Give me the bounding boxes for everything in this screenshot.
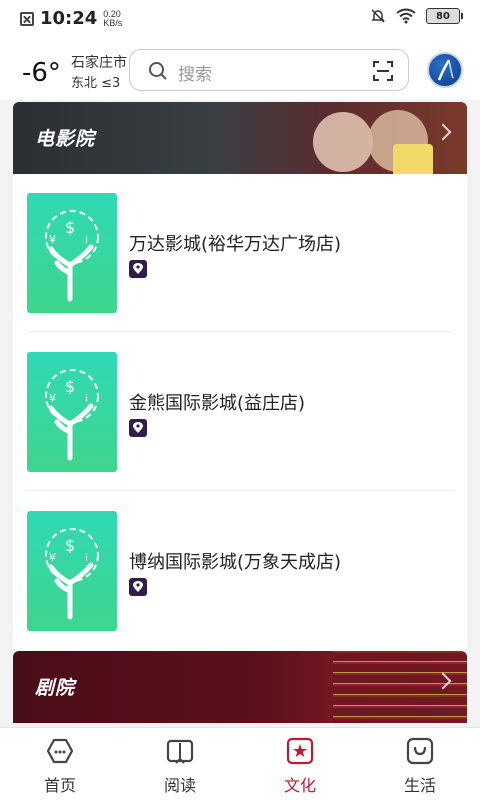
book-icon [166,739,194,764]
banner-popcorn [393,144,433,174]
weather-temperature[interactable]: -6° [22,58,61,88]
top-header: -6° 石家庄市 东北 ≤3 搜索 [0,38,480,100]
svg-text:$: $ [65,536,75,555]
money-tree-icon: $ ¥ i [45,369,99,461]
wifi-icon [396,8,416,24]
notification-close-icon [20,11,34,26]
theatre-section-banner[interactable]: 剧院 [13,651,467,723]
location-pin-icon[interactable] [129,419,147,437]
svg-text:i: i [85,551,88,564]
tab-label: 文化 [283,776,316,795]
svg-text:¥: ¥ [49,551,56,564]
banner-photo-person [313,112,373,172]
weather-wind[interactable]: 东北 ≤3 [71,72,120,91]
chevron-right-icon [434,123,452,141]
list-item[interactable]: $ ¥ i 博纳国际影城(万象天成店) [13,492,467,650]
weather-city[interactable]: 石家庄市 [71,52,127,72]
tree-thumbnail: $ ¥ i [27,193,117,313]
divider [27,331,453,332]
svg-text:$: $ [65,377,75,396]
cinema-name: 博纳国际影城(万象天成店) [129,552,342,573]
battery-icon: 80 [426,8,463,24]
tab-home[interactable]: 首页 [0,728,120,801]
banner-theatre-photo [333,651,467,723]
tab-reading[interactable]: 阅读 [120,728,240,801]
cinema-section-title: 电影院 [35,128,96,150]
mute-bell-icon [371,9,385,23]
svg-text:i: i [85,392,88,405]
net-speed-unit: KB/s [103,17,123,28]
cinema-section-banner[interactable]: 电影院 [13,102,467,174]
list-item[interactable]: $ ¥ i 金熊国际影城(益庄店) [13,333,467,491]
cinema-list: $ ¥ i 万达影城(裕华万达广场店) $ ¥ i 金熊国际影城(益庄店) $ … [13,174,467,651]
money-tree-icon: $ ¥ i [45,210,99,302]
svg-text:i: i [85,233,88,246]
status-time: 10:24 [40,8,98,29]
search-placeholder: 搜索 [178,65,212,85]
avatar-logo-icon [437,59,454,81]
scan-icon[interactable] [372,60,394,82]
theatre-section-title: 剧院 [35,677,76,699]
cinema-name: 万达影城(裕华万达广场店) [129,234,342,255]
svg-text:$: $ [65,218,75,237]
home-hex-icon [46,738,74,764]
tree-thumbnail: $ ¥ i [27,352,117,472]
tab-label: 阅读 [163,776,196,795]
avatar[interactable] [427,52,463,88]
svg-text:¥: ¥ [49,233,56,246]
search-bar[interactable]: 搜索 [129,49,409,91]
status-bar: 10:24 0.20 KB/s 80 [0,0,480,38]
search-icon [149,62,167,80]
tab-life[interactable]: 生活 [360,728,480,801]
location-pin-icon[interactable] [129,260,147,278]
net-speed: 0.20 KB/s [103,9,123,28]
tab-label: 首页 [43,776,76,795]
tab-label: 生活 [403,776,436,795]
star-box-icon [286,737,314,765]
list-item[interactable]: $ ¥ i 万达影城(裕华万达广场店) [13,174,467,332]
bag-icon [406,737,434,765]
svg-text:¥: ¥ [49,392,56,405]
cinema-name: 金熊国际影城(益庄店) [129,393,306,414]
bottom-tab-bar: 首页 阅读 文化 生活 [0,727,480,801]
tab-culture[interactable]: 文化 [240,728,360,801]
money-tree-icon: $ ¥ i [45,528,99,620]
location-pin-icon[interactable] [129,578,147,596]
tree-thumbnail: $ ¥ i [27,511,117,631]
divider [27,490,453,491]
